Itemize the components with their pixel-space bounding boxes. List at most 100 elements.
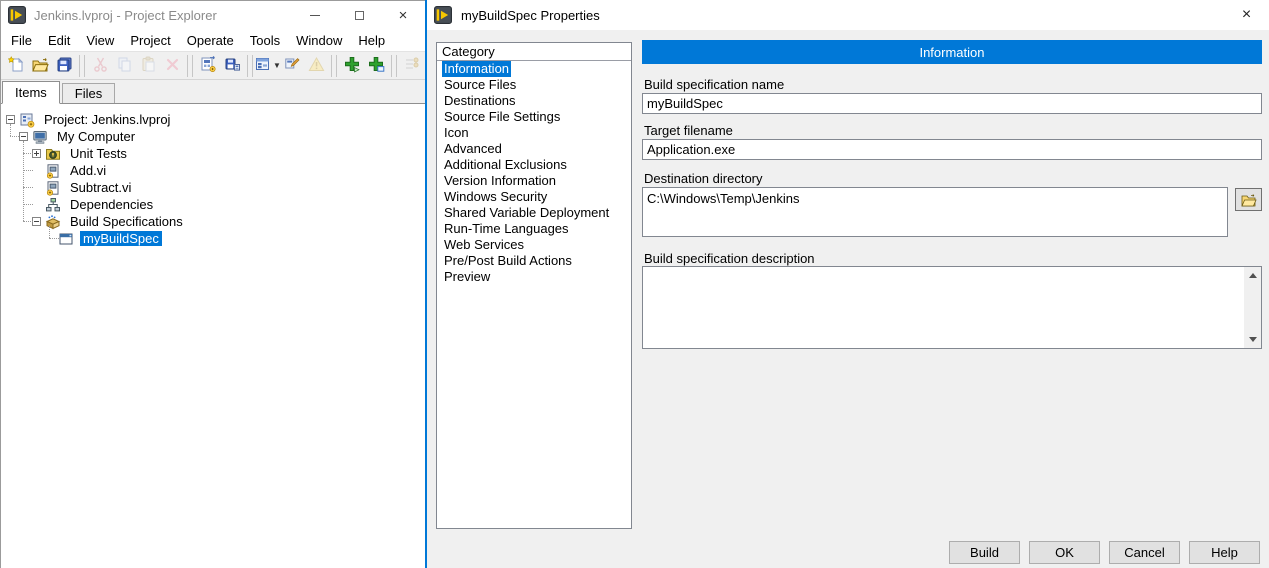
close-button[interactable]: × <box>381 1 425 29</box>
copy-icon <box>116 56 133 76</box>
menu-tools[interactable]: Tools <box>242 31 288 50</box>
scroll-up-icon <box>1249 273 1257 278</box>
category-information[interactable]: Information <box>437 61 631 77</box>
tree-expander[interactable] <box>32 217 41 226</box>
tree-item-label[interactable]: Project: Jenkins.lvproj <box>41 112 173 127</box>
save-stack-toolbar-button[interactable] <box>52 54 76 78</box>
menu-window[interactable]: Window <box>288 31 350 50</box>
open-folder-icon <box>1241 193 1257 207</box>
add-item-toolbar-button[interactable] <box>364 54 388 78</box>
menu-file[interactable]: File <box>3 31 40 50</box>
cancel-button[interactable]: Cancel <box>1109 541 1180 564</box>
folder-lock-icon <box>45 146 62 162</box>
category-label: Information <box>442 61 511 77</box>
category-source-files[interactable]: Source Files <box>437 77 631 93</box>
scroll-up-button[interactable] <box>1244 267 1261 284</box>
target-filename-input[interactable] <box>642 139 1262 160</box>
save-hierarchy-toolbar-button[interactable] <box>220 54 244 78</box>
dialog-close-button[interactable]: × <box>1224 0 1269 30</box>
tree-guide <box>49 226 50 238</box>
tree-item-label[interactable]: Subtract.vi <box>67 180 134 195</box>
category-label: Additional Exclusions <box>442 157 569 173</box>
tree-row-project-jenkins-lvproj[interactable]: Project: Jenkins.lvproj <box>1 111 425 128</box>
tree-row-my-computer[interactable]: My Computer <box>1 128 425 145</box>
destination-directory-value: C:\Windows\Temp\Jenkins <box>647 191 799 206</box>
toolbar-separator <box>79 55 85 77</box>
cut-toolbar-button <box>88 54 112 78</box>
tree-row-dependencies[interactable]: Dependencies <box>1 196 425 213</box>
close-icon: × <box>399 8 408 23</box>
minimize-button[interactable] <box>293 1 337 29</box>
dialog-title: myBuildSpec Properties <box>461 8 600 23</box>
pe-window-title: Jenkins.lvproj - Project Explorer <box>34 8 217 23</box>
minimize-icon <box>310 15 320 16</box>
ok-button[interactable]: OK <box>1029 541 1100 564</box>
delete-icon <box>164 56 181 76</box>
browse-button[interactable] <box>1235 188 1262 211</box>
category-web-services[interactable]: Web Services <box>437 237 631 253</box>
dialog-titlebar: myBuildSpec Properties × <box>427 0 1269 30</box>
export-hierarchy-icon <box>200 56 217 76</box>
category-version-information[interactable]: Version Information <box>437 173 631 189</box>
maximize-button[interactable] <box>337 1 381 29</box>
new-file-toolbar-button[interactable] <box>4 54 28 78</box>
warnings-icon <box>308 56 325 76</box>
description-scrollbar[interactable] <box>1244 267 1261 348</box>
category-label: Icon <box>442 125 471 141</box>
menu-view[interactable]: View <box>78 31 122 50</box>
help-button[interactable]: Help <box>1189 541 1260 564</box>
open-folder-toolbar-button[interactable] <box>28 54 52 78</box>
category-label: Pre/Post Build Actions <box>442 253 574 269</box>
category-icon[interactable]: Icon <box>437 125 631 141</box>
category-label: Web Services <box>442 237 526 253</box>
description-textarea[interactable] <box>642 266 1262 349</box>
menu-operate[interactable]: Operate <box>179 31 242 50</box>
menu-help[interactable]: Help <box>350 31 393 50</box>
view-files-toolbar-button[interactable]: ▼ <box>256 54 280 78</box>
tree-item-label[interactable]: Build Specifications <box>67 214 186 229</box>
category-pre-post-build-actions[interactable]: Pre/Post Build Actions <box>437 253 631 269</box>
pe-window-controls: × <box>293 1 425 29</box>
category-preview[interactable]: Preview <box>437 269 631 285</box>
category-shared-variable-deployment[interactable]: Shared Variable Deployment <box>437 205 631 221</box>
resolve-conflicts-toolbar-button[interactable] <box>280 54 304 78</box>
build-button[interactable]: Build <box>949 541 1020 564</box>
toolbar-separator <box>391 55 397 77</box>
tree-item-label[interactable]: myBuildSpec <box>80 231 162 246</box>
build-spec-name-input[interactable] <box>642 93 1262 114</box>
pe-titlebar: Jenkins.lvproj - Project Explorer × <box>1 1 425 29</box>
tree-row-unit-tests[interactable]: Unit Tests <box>1 145 425 162</box>
category-additional-exclusions[interactable]: Additional Exclusions <box>437 157 631 173</box>
add-vi-toolbar-button[interactable] <box>340 54 364 78</box>
tree-row-add-vi[interactable]: Add.vi <box>1 162 425 179</box>
vi-icon <box>45 180 62 196</box>
tree-item-label[interactable]: Dependencies <box>67 197 156 212</box>
category-run-time-languages[interactable]: Run-Time Languages <box>437 221 631 237</box>
scroll-down-button[interactable] <box>1244 331 1261 348</box>
tree-item-label[interactable]: Unit Tests <box>67 146 130 161</box>
menu-project[interactable]: Project <box>122 31 178 50</box>
destination-directory-input[interactable]: C:\Windows\Temp\Jenkins <box>642 187 1228 237</box>
tree-expander[interactable] <box>19 132 28 141</box>
toolbar-separator <box>187 55 193 77</box>
tab-items[interactable]: Items <box>2 81 60 104</box>
menu-edit[interactable]: Edit <box>40 31 78 50</box>
tree-row-subtract-vi[interactable]: Subtract.vi <box>1 179 425 196</box>
category-source-file-settings[interactable]: Source File Settings <box>437 109 631 125</box>
tree-row-build-specifications[interactable]: Build Specifications <box>1 213 425 230</box>
tab-files[interactable]: Files <box>62 83 115 103</box>
tree-expander[interactable] <box>6 115 15 124</box>
category-advanced[interactable]: Advanced <box>437 141 631 157</box>
tree-guide <box>23 170 33 171</box>
category-destinations[interactable]: Destinations <box>437 93 631 109</box>
tree-item-label[interactable]: Add.vi <box>67 163 109 178</box>
export-hierarchy-toolbar-button[interactable] <box>196 54 220 78</box>
tree-row-mybuildspec[interactable]: myBuildSpec <box>1 230 425 247</box>
category-label: Advanced <box>442 141 504 157</box>
category-windows-security[interactable]: Windows Security <box>437 189 631 205</box>
tree-item-label[interactable]: My Computer <box>54 129 138 144</box>
category-label: Source Files <box>442 77 518 93</box>
tree-expander[interactable] <box>32 149 41 158</box>
cut-icon <box>92 56 109 76</box>
maximize-icon <box>355 11 364 20</box>
